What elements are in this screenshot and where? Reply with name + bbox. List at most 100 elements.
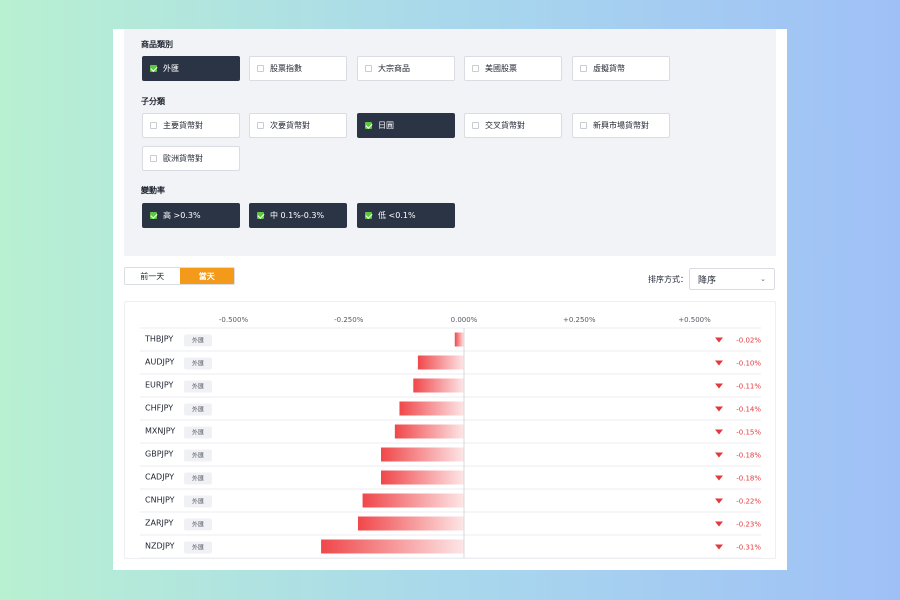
subcategory-chip[interactable]: 主要貨幣對: [142, 113, 240, 138]
down-arrow-icon: [715, 337, 723, 343]
value-label: -0.31%: [736, 544, 761, 552]
value-bar: [362, 493, 464, 508]
value-label: -0.23%: [736, 521, 761, 529]
sort-select[interactable]: 降序 ⌄: [689, 268, 775, 290]
checkbox-icon: [472, 122, 479, 129]
value-label: -0.18%: [736, 452, 761, 460]
subcategory-chip-label: 日圓: [378, 121, 394, 130]
value-bar: [417, 355, 464, 370]
symbol-label: NZDJPY: [145, 542, 175, 551]
category-chip-label: 虛擬貨幣: [593, 64, 625, 73]
main-card: 商品類別 外匯 股票指數 大宗商品 美國股票 虛擬貨幣 子分類 主要貨幣對 次要貨幣對 日圓…: [113, 29, 787, 570]
volatility-chip[interactable]: 低 <0.1%: [357, 203, 455, 228]
value-bar: [381, 447, 464, 462]
category-badge-label: 外匯: [192, 544, 204, 552]
down-arrow-icon: [715, 452, 723, 458]
volatility-chip-label: 低 <0.1%: [378, 211, 416, 220]
down-arrow-icon: [715, 475, 723, 481]
subcategory-chip-label: 主要貨幣對: [163, 121, 203, 130]
value-label: -0.02%: [736, 337, 761, 345]
down-arrow-icon: [715, 521, 723, 527]
category-chip[interactable]: 美國股票: [464, 56, 562, 81]
category-chip-label: 美國股票: [485, 64, 517, 73]
value-label: -0.10%: [736, 360, 761, 368]
filter-panel: 商品類別 外匯 股票指數 大宗商品 美國股票 虛擬貨幣 子分類 主要貨幣對 次要貨幣對 日圓…: [124, 29, 776, 256]
value-label: -0.14%: [736, 406, 761, 414]
down-arrow-icon: [715, 383, 723, 389]
category-label: 商品類別: [141, 40, 173, 49]
value-bar: [394, 424, 464, 439]
x-tick-label: 0.000%: [451, 316, 478, 324]
category-badge-label: 外匯: [192, 360, 204, 368]
category-chip[interactable]: 虛擬貨幣: [572, 56, 670, 81]
checkbox-icon: [580, 122, 587, 129]
category-badge-label: 外匯: [192, 475, 204, 483]
value-label: -0.22%: [736, 498, 761, 506]
category-badge-label: 外匯: [192, 383, 204, 391]
category-badge-label: 外匯: [192, 521, 204, 529]
value-label: -0.11%: [736, 383, 761, 391]
symbol-label: ZARJPY: [145, 519, 174, 528]
symbol-label: CADJPY: [145, 473, 174, 482]
checkbox-icon: [472, 65, 479, 72]
chart-svg: -0.500% -0.250% 0.000% +0.250% +0.500% THBJPY…: [140, 316, 761, 559]
category-chip[interactable]: 外匯: [142, 56, 240, 81]
checkbox-icon: [365, 65, 372, 72]
category-badge-label: 外匯: [192, 337, 204, 345]
subcategory-chip-label: 新興市場貨幣對: [593, 121, 649, 130]
category-badge-label: 外匯: [192, 498, 204, 506]
x-tick-label: -0.250%: [334, 316, 364, 324]
x-tick-label: +0.250%: [563, 316, 596, 324]
checkbox-icon: [150, 122, 157, 129]
subcategory-chip[interactable]: 日圓: [357, 113, 455, 138]
category-badge-label: 外匯: [192, 406, 204, 414]
volatility-chip[interactable]: 中 0.1%-0.3%: [249, 203, 347, 228]
down-arrow-icon: [715, 429, 723, 435]
checkbox-icon: [257, 65, 264, 72]
value-bar: [321, 539, 464, 554]
subcategory-chip-label: 次要貨幣對: [270, 121, 310, 130]
checkbox-checked-icon: [150, 212, 157, 219]
checkbox-checked-icon: [365, 122, 372, 129]
checkbox-icon: [257, 122, 264, 129]
checkbox-checked-icon: [150, 65, 157, 72]
symbol-label: EURJPY: [145, 381, 173, 390]
today-button[interactable]: 當天: [179, 268, 234, 284]
down-arrow-icon: [715, 498, 723, 504]
subcategory-chip-label: 交叉貨幣對: [485, 121, 525, 130]
symbol-label: AUDJPY: [145, 358, 174, 367]
value-label: -0.18%: [736, 475, 761, 483]
previous-day-button[interactable]: 前一天: [125, 268, 180, 284]
value-bar: [399, 401, 464, 416]
symbol-label: CHFJPY: [145, 404, 173, 413]
volatility-chip[interactable]: 高 >0.3%: [142, 203, 240, 228]
value-bar: [413, 378, 464, 393]
down-arrow-icon: [715, 544, 723, 550]
volatility-chip-label: 中 0.1%-0.3%: [270, 211, 325, 220]
x-tick-label: -0.500%: [219, 316, 249, 324]
value-label: -0.15%: [736, 429, 761, 437]
subcategory-chip[interactable]: 交叉貨幣對: [464, 113, 562, 138]
symbol-label: GBPJPY: [145, 450, 174, 459]
category-chip[interactable]: 大宗商品: [357, 56, 455, 81]
category-badge-label: 外匯: [192, 452, 204, 460]
value-bar: [357, 516, 464, 531]
subcategory-chip[interactable]: 歐洲貨幣對: [142, 146, 240, 171]
volatility-label: 變動率: [141, 186, 165, 195]
sort-value: 降序: [698, 275, 717, 286]
symbol-label: THBJPY: [144, 335, 173, 344]
day-toggle: 前一天 當天: [124, 267, 235, 285]
x-tick-label: +0.500%: [678, 316, 711, 324]
down-arrow-icon: [715, 406, 723, 412]
symbol-label: MXNJPY: [145, 427, 175, 436]
category-chip-label: 大宗商品: [378, 64, 410, 73]
subcategory-chip[interactable]: 新興市場貨幣對: [572, 113, 670, 138]
category-badge-label: 外匯: [192, 429, 204, 437]
down-arrow-icon: [715, 360, 723, 366]
category-chip-label: 外匯: [163, 64, 179, 73]
subcategory-chip[interactable]: 次要貨幣對: [249, 113, 347, 138]
sort-label: 排序方式：: [648, 275, 688, 284]
checkbox-checked-icon: [365, 212, 372, 219]
value-bar: [381, 470, 464, 485]
category-chip[interactable]: 股票指數: [249, 56, 347, 81]
